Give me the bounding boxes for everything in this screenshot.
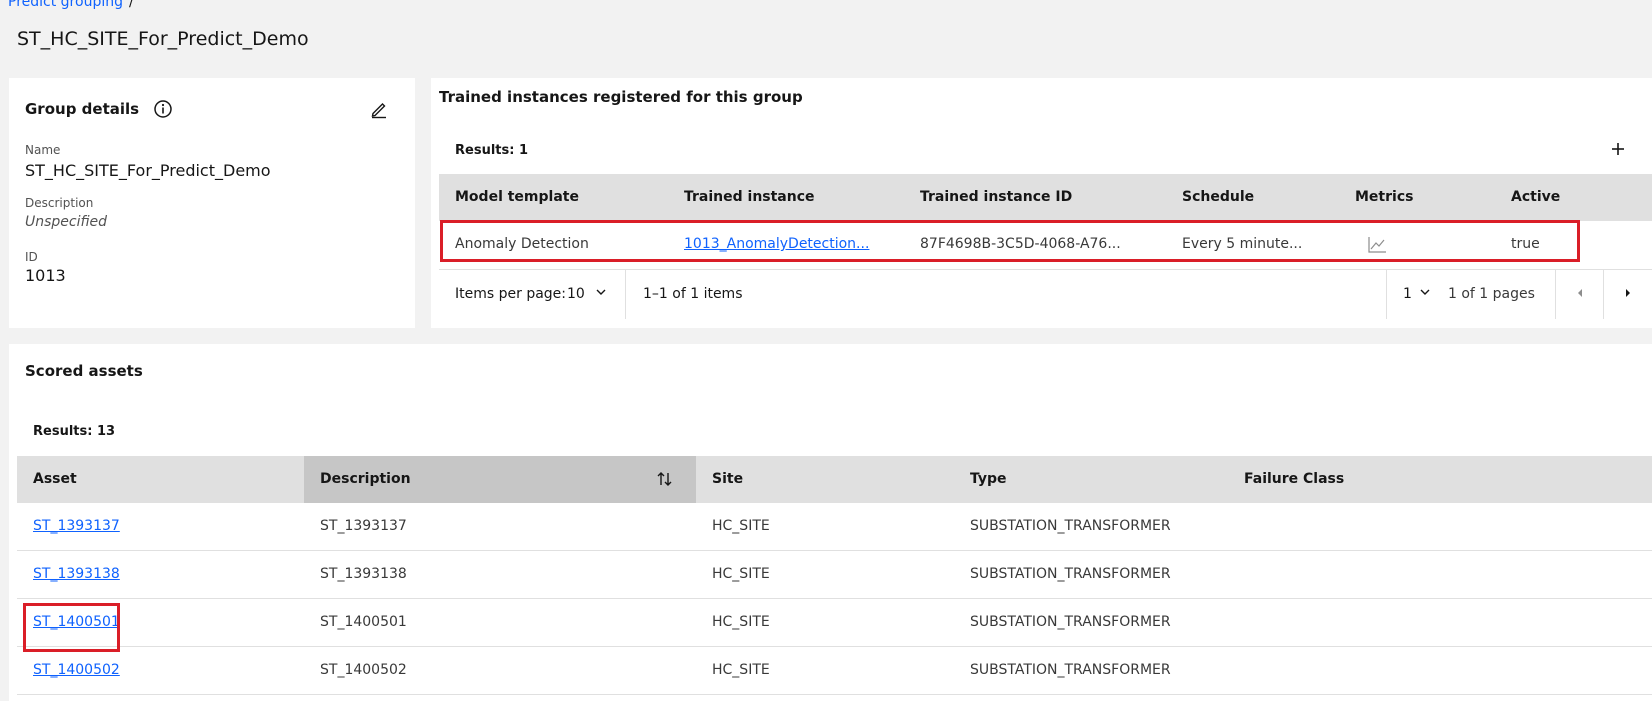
description-cell: ST_1400501: [320, 614, 407, 630]
items-per-page-select[interactable]: 10: [567, 270, 611, 319]
col-type[interactable]: Type: [970, 456, 1007, 503]
scored-table-header: Asset Description Site Type Failure Clas…: [17, 456, 1652, 503]
add-icon[interactable]: [1607, 138, 1629, 160]
type-cell: SUBSTATION_TRANSFORMER: [970, 518, 1171, 534]
trained-instances-title: Trained instances registered for this gr…: [439, 88, 803, 106]
caret-left-icon: [1575, 270, 1585, 319]
col-description: Description: [320, 471, 411, 487]
col-failure-class[interactable]: Failure Class: [1244, 456, 1344, 503]
asset-link[interactable]: ST_1393137: [33, 518, 120, 534]
edit-pencil-icon[interactable]: [368, 98, 390, 120]
scored-assets-card: Scored assets Results: 13 Asset Descript…: [9, 344, 1652, 701]
schedule-cell: Every 5 minute...: [1182, 236, 1303, 252]
asset-link[interactable]: ST_1400501: [33, 614, 120, 630]
items-per-page-label: Items per page:: [455, 286, 567, 302]
asset-link[interactable]: ST_1393138: [33, 566, 120, 582]
breadcrumb-separator: /: [128, 0, 134, 10]
pager-divider: [1386, 270, 1387, 319]
trained-results-count: Results: 1: [455, 143, 528, 158]
table-row: ST_1400502 ST_1400502 HC_SITE SUBSTATION…: [17, 647, 1652, 695]
pages-text: 1 of 1 pages: [1448, 286, 1535, 302]
group-details-card: Group details Name ST_HC_SITE_For_Predic…: [9, 78, 415, 328]
breadcrumb: Predict grouping /: [8, 0, 134, 10]
trained-instance-id-cell: 87F4698B-3C5D-4068-A76...: [920, 236, 1121, 252]
table-row: ST_1400501 ST_1400501 HC_SITE SUBSTATION…: [17, 599, 1652, 647]
description-label: Description: [25, 196, 94, 210]
description-cell: ST_1393137: [320, 518, 407, 534]
trained-pagination: Items per page: 10 1–1 of 1 items 1 1 of…: [439, 269, 1652, 319]
col-site[interactable]: Site: [712, 456, 743, 503]
col-trained-instance[interactable]: Trained instance: [684, 174, 815, 221]
next-page-button[interactable]: [1604, 270, 1652, 319]
table-row: ST_1393137 ST_1393137 HC_SITE SUBSTATION…: [17, 503, 1652, 551]
scored-assets-title: Scored assets: [25, 362, 143, 380]
scored-results-count: Results: 13: [33, 424, 116, 439]
asset-link[interactable]: ST_1400502: [33, 662, 120, 678]
site-cell: HC_SITE: [712, 614, 770, 630]
info-icon[interactable]: [152, 98, 174, 120]
pager-divider: [625, 270, 626, 319]
active-cell: true: [1511, 236, 1540, 252]
description-cell: ST_1400502: [320, 662, 407, 678]
group-details-title: Group details: [25, 100, 140, 118]
page-select[interactable]: 1: [1403, 270, 1433, 319]
items-per-page-value: 10: [567, 286, 585, 302]
table-row: Anomaly Detection 1013_AnomalyDetection.…: [439, 221, 1652, 270]
page-title: ST_HC_SITE_For_Predict_Demo: [17, 28, 309, 50]
col-description-sorted[interactable]: Description: [304, 456, 696, 503]
col-metrics[interactable]: Metrics: [1355, 174, 1413, 221]
id-value: 1013: [25, 266, 66, 285]
breadcrumb-link-predict-grouping[interactable]: Predict grouping: [8, 0, 123, 10]
trained-instances-card: Trained instances registered for this gr…: [431, 78, 1652, 328]
col-asset[interactable]: Asset: [33, 456, 77, 503]
table-row: ST_1393138 ST_1393138 HC_SITE SUBSTATION…: [17, 551, 1652, 599]
chevron-down-icon: [595, 270, 607, 319]
site-cell: HC_SITE: [712, 518, 770, 534]
site-cell: HC_SITE: [712, 566, 770, 582]
sort-arrows-icon: [656, 470, 674, 492]
description-cell: ST_1393138: [320, 566, 407, 582]
col-trained-instance-id[interactable]: Trained instance ID: [920, 174, 1072, 221]
type-cell: SUBSTATION_TRANSFORMER: [970, 566, 1171, 582]
col-model-template[interactable]: Model template: [455, 174, 579, 221]
items-range: 1–1 of 1 items: [643, 286, 743, 302]
chevron-down-icon: [1419, 270, 1431, 319]
caret-right-icon: [1623, 270, 1633, 319]
model-template-cell: Anomaly Detection: [455, 236, 589, 252]
trained-instance-link[interactable]: 1013_AnomalyDetection...: [684, 236, 869, 252]
name-label: Name: [25, 143, 61, 157]
col-active[interactable]: Active: [1511, 174, 1560, 221]
trained-table-header: Model template Trained instance Trained …: [439, 174, 1652, 221]
page-value: 1: [1403, 286, 1412, 302]
col-schedule[interactable]: Schedule: [1182, 174, 1254, 221]
name-value: ST_HC_SITE_For_Predict_Demo: [25, 161, 271, 180]
id-label: ID: [25, 250, 38, 264]
type-cell: SUBSTATION_TRANSFORMER: [970, 662, 1171, 678]
type-cell: SUBSTATION_TRANSFORMER: [970, 614, 1171, 630]
description-value: Unspecified: [25, 214, 108, 230]
previous-page-button[interactable]: [1556, 270, 1603, 319]
metrics-chart-icon[interactable]: [1366, 235, 1388, 255]
site-cell: HC_SITE: [712, 662, 770, 678]
